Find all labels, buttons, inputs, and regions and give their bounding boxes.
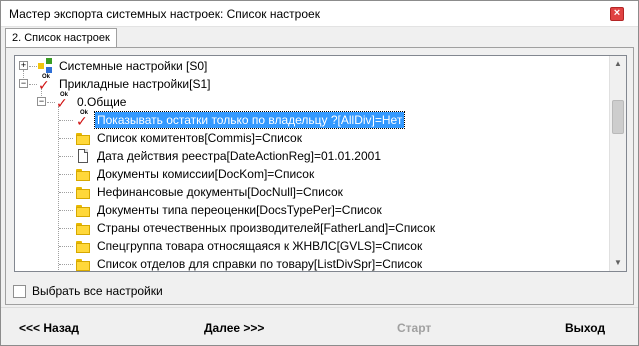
tree-node-all-div[interactable]: Ok ✓ Показывать остатки только по владель… [15, 110, 605, 129]
tree-node-label: Документы типа переоценки[DocsTypePer]=С… [97, 203, 382, 217]
collapse-icon[interactable]: − [37, 97, 46, 106]
tree-node-label: Дата действия реестра[DateActionReg]=01.… [97, 149, 382, 163]
tree-node-doc-kom[interactable]: Документы комиссии[DocKom]=Список [15, 165, 605, 183]
tree-node-father-land[interactable]: Страны отечественных производителей[Fath… [15, 219, 605, 237]
system-settings-icon [37, 58, 53, 74]
tree-node-date-action-reg[interactable]: Дата действия реестра[DateActionReg]=01.… [15, 147, 605, 165]
scrollbar-thumb[interactable] [612, 100, 624, 134]
tree-node-commis[interactable]: Список комитентов[Commis]=Список [15, 129, 605, 147]
tree-node-applied-settings[interactable]: − Ok ✓ Прикладные настройки[S1] [15, 74, 605, 93]
tree-node-label: Спецгруппа товара относящаяся к ЖНВЛС[GV… [97, 239, 423, 253]
tree-node-label: Список отделов для справки по товару[Lis… [97, 257, 423, 271]
exit-button[interactable]: Выход [565, 321, 605, 337]
next-button[interactable]: Далее >>> [204, 321, 264, 337]
settings-tree[interactable]: + Системные настройки [S0] − Ok ✓ Приклад… [14, 55, 627, 272]
tree-node-label: Системные настройки [S0] [59, 59, 208, 73]
ok-check-icon: Ok ✓ [76, 110, 89, 129]
tree-node-list-div-spr[interactable]: Список отделов для справки по товару[Lis… [15, 255, 605, 271]
tree-node-general[interactable]: − Ok ✓ 0.Общие [15, 92, 605, 111]
scroll-down-icon[interactable]: ▼ [610, 255, 626, 271]
collapse-icon[interactable]: − [19, 79, 28, 88]
tree-node-system-settings[interactable]: + Системные настройки [S0] [15, 57, 605, 75]
tree-connector [59, 264, 73, 265]
wizard-window: Мастер экспорта системных настроек: Спис… [0, 0, 639, 346]
tree-node-label: 0.Общие [77, 95, 127, 109]
ok-check-icon: Ok ✓ [56, 92, 69, 111]
tree-node-label: Страны отечественных производителей[Fath… [97, 221, 436, 235]
folder-icon [75, 166, 91, 182]
tree-connector [59, 120, 73, 121]
expand-icon[interactable]: + [19, 61, 28, 70]
tree-node-gvls[interactable]: Спецгруппа товара относящаяся к ЖНВЛС[GV… [15, 237, 605, 255]
document-icon [75, 148, 91, 164]
select-all-checkbox[interactable] [13, 285, 26, 298]
tree-connector [59, 192, 73, 193]
tree-connector [59, 246, 73, 247]
tab-settings-list[interactable]: 2. Список настроек [5, 28, 117, 48]
folder-icon [75, 202, 91, 218]
tree-node-label: Нефинансовые документы[DocNull]=Список [97, 185, 343, 199]
tree-connector [59, 228, 73, 229]
tree-node-label: Документы комиссии[DocKom]=Список [97, 167, 315, 181]
tree-node-label: Показывать остатки только по владельцу ?… [93, 111, 406, 129]
start-button[interactable]: Старт [397, 321, 431, 337]
scroll-up-icon[interactable]: ▲ [610, 56, 626, 72]
select-all-label: Выбрать все настройки [32, 284, 163, 298]
tree-node-label: Прикладные настройки[S1] [59, 77, 211, 91]
tree-connector [59, 174, 73, 175]
tab-panel: + Системные настройки [S0] − Ok ✓ Приклад… [5, 47, 634, 305]
tree-connector [47, 102, 55, 103]
folder-icon [75, 184, 91, 200]
tree-node-doc-null[interactable]: Нефинансовые документы[DocNull]=Список [15, 183, 605, 201]
tree-connector [59, 138, 73, 139]
folder-icon [75, 238, 91, 254]
window-title: Мастер экспорта системных настроек: Спис… [9, 7, 320, 21]
tree-node-docs-type-per[interactable]: Документы типа переоценки[DocsTypePer]=С… [15, 201, 605, 219]
folder-icon [75, 256, 91, 271]
folder-icon [75, 130, 91, 146]
tree-node-label: Список комитентов[Commis]=Список [97, 131, 302, 145]
wizard-button-bar: <<< Назад Далее >>> Старт Выход [1, 307, 638, 345]
tree-connector [59, 210, 73, 211]
vertical-scrollbar[interactable]: ▲ ▼ [609, 56, 626, 271]
tree-connector [29, 66, 37, 67]
tree-connector [29, 84, 37, 85]
title-bar: Мастер экспорта системных настроек: Спис… [1, 1, 638, 27]
ok-check-icon: Ok ✓ [38, 74, 51, 93]
folder-icon [75, 220, 91, 236]
tree-connector [59, 156, 73, 157]
back-button[interactable]: <<< Назад [19, 321, 79, 337]
close-button[interactable]: × [610, 7, 624, 21]
